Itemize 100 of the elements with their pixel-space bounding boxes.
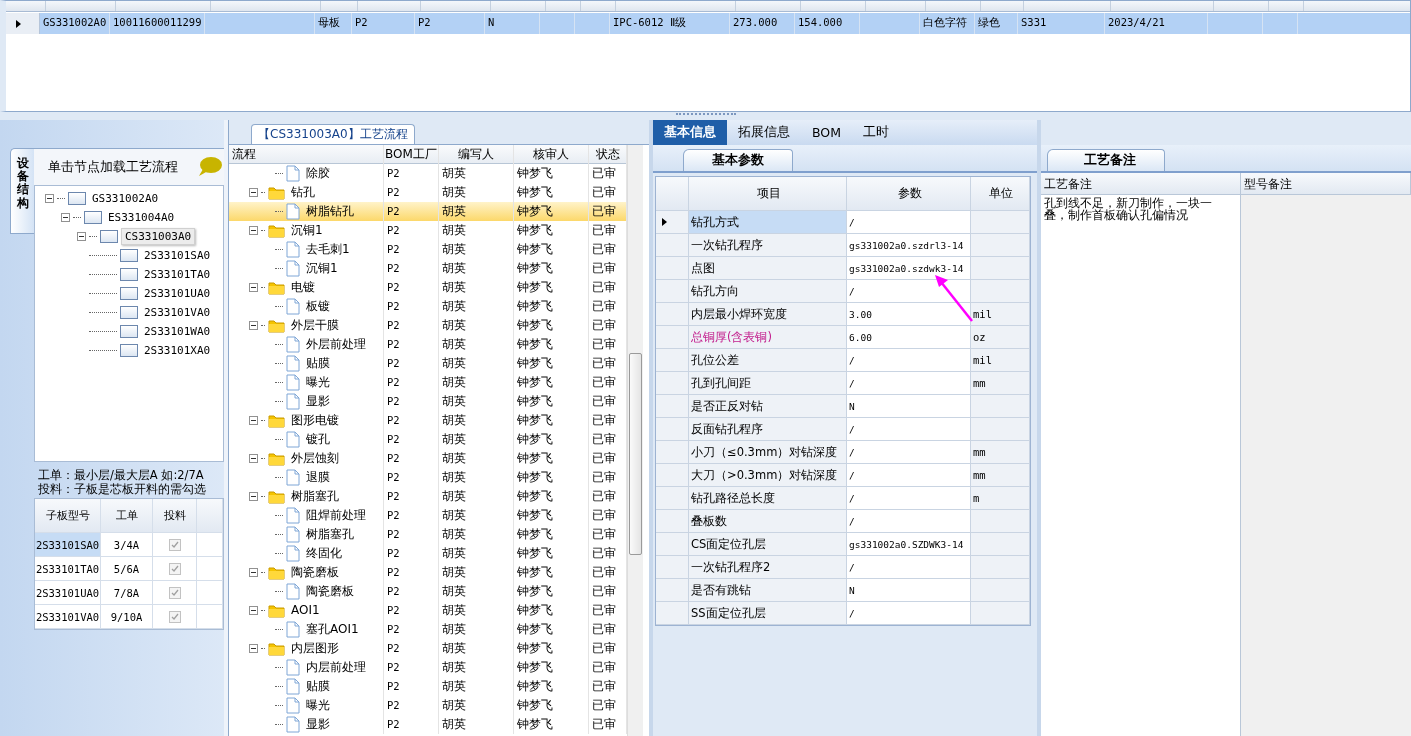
process-name: 树脂塞孔 xyxy=(290,488,339,505)
expander-icon[interactable] xyxy=(249,568,258,577)
process-row[interactable]: 退膜 P2 胡英 钟梦飞 已审 xyxy=(229,468,627,487)
table-cell[interactable]: / xyxy=(847,510,971,532)
tab[interactable]: 工时 xyxy=(852,120,900,145)
process-row[interactable]: 阻焊前处理 P2 胡英 钟梦飞 已审 xyxy=(229,506,627,525)
process-row[interactable]: 沉铜1 P2 胡英 钟梦飞 已审 xyxy=(229,259,627,278)
table-cell: 大刀（>0.3mm）对钻深度 xyxy=(689,464,847,486)
process-row[interactable]: 曝光 P2 胡英 钟梦飞 已审 xyxy=(229,696,627,715)
table-cell: 273.000 xyxy=(733,16,778,28)
expander-icon[interactable] xyxy=(249,188,258,197)
expander-icon[interactable] xyxy=(249,321,258,330)
table-cell[interactable]: / xyxy=(847,464,971,486)
process-row[interactable]: 板镀 P2 胡英 钟梦飞 已审 xyxy=(229,297,627,316)
table-cell[interactable]: / xyxy=(847,602,971,624)
process-row[interactable]: 树脂塞孔 P2 胡英 钟梦飞 已审 xyxy=(229,487,627,506)
table-cell[interactable]: / xyxy=(847,441,971,463)
expander-icon[interactable] xyxy=(249,226,258,235)
table-cell[interactable]: gs331002a0.SZDWK3-14 xyxy=(847,533,971,555)
table-cell[interactable]: / xyxy=(847,556,971,578)
vertical-tab[interactable]: 设备结构 xyxy=(10,148,34,234)
table-cell[interactable]: / xyxy=(847,349,971,371)
tree-item[interactable]: 2S33101UA0 xyxy=(141,286,214,301)
tree-item[interactable]: CS331003A0 xyxy=(121,228,196,245)
checkbox[interactable] xyxy=(168,610,181,623)
process-row[interactable]: 电镀 P2 胡英 钟梦飞 已审 xyxy=(229,278,627,297)
expander-icon[interactable] xyxy=(249,492,258,501)
process-row[interactable]: 内层前处理 P2 胡英 钟梦飞 已审 xyxy=(229,658,627,677)
process-row[interactable]: 塞孔AOI1 P2 胡英 钟梦飞 已审 xyxy=(229,620,627,639)
process-row[interactable]: 镀孔 P2 胡英 钟梦飞 已审 xyxy=(229,430,627,449)
checkbox[interactable] xyxy=(168,562,181,575)
process-row[interactable]: 去毛刺1 P2 胡英 钟梦飞 已审 xyxy=(229,240,627,259)
process-row[interactable]: 陶瓷磨板 P2 胡英 钟梦飞 已审 xyxy=(229,582,627,601)
expander-icon[interactable] xyxy=(77,232,86,241)
table-cell[interactable]: N xyxy=(847,579,971,601)
table-cell[interactable]: / xyxy=(847,418,971,440)
table-cell[interactable]: gs331002a0.szdwk3-14 xyxy=(847,257,971,279)
expander-icon[interactable] xyxy=(249,454,258,463)
process-row[interactable]: 外层干膜 P2 胡英 钟梦飞 已审 xyxy=(229,316,627,335)
process-row[interactable]: 图形电镀 P2 胡英 钟梦飞 已审 xyxy=(229,411,627,430)
process-row[interactable]: 树脂塞孔 P2 胡英 钟梦飞 已审 xyxy=(229,525,627,544)
row-header[interactable] xyxy=(656,211,689,233)
table-cell[interactable]: 2S33101SA0 xyxy=(35,533,101,556)
table-cell: 胡英 xyxy=(439,506,514,525)
table-cell: 已审 xyxy=(589,202,627,221)
tree-item[interactable]: ES331004A0 xyxy=(105,210,178,225)
tree-item[interactable]: 2S33101XA0 xyxy=(141,343,214,358)
process-row[interactable]: 树脂钻孔 P2 胡英 钟梦飞 已审 xyxy=(229,202,627,221)
table-row[interactable]: GS331002A0 10011600011299 母板 P2 P2 N IPC-6012 Ⅱ级 273.000 154.000 白色字符 绿色 S331 2023/4/21 xyxy=(6,13,1410,34)
table-cell[interactable]: 2S33101VA0 xyxy=(35,605,101,628)
table-cell: 胡英 xyxy=(439,677,514,696)
table-cell[interactable]: / xyxy=(847,372,971,394)
process-row[interactable]: 贴膜 P2 胡英 钟梦飞 已审 xyxy=(229,354,627,373)
table-cell[interactable]: N xyxy=(847,395,971,417)
document-icon xyxy=(286,697,300,714)
process-row[interactable]: 外层前处理 P2 胡英 钟梦飞 已审 xyxy=(229,335,627,354)
expander-icon[interactable] xyxy=(249,416,258,425)
process-row[interactable]: 曝光 P2 胡英 钟梦飞 已审 xyxy=(229,373,627,392)
tree-item[interactable]: 2S33101VA0 xyxy=(141,305,214,320)
process-row[interactable]: AOI1 P2 胡英 钟梦飞 已审 xyxy=(229,601,627,620)
tree-item[interactable]: 2S33101WA0 xyxy=(141,324,214,339)
process-row[interactable]: 贴膜 P2 胡英 钟梦飞 已审 xyxy=(229,677,627,696)
process-row[interactable]: 除胶 P2 胡英 钟梦飞 已审 xyxy=(229,164,627,183)
table-cell: 是否正反对钻 xyxy=(689,395,847,417)
table-cell[interactable]: 6.00 xyxy=(847,326,971,348)
tree-item[interactable]: GS331002A0 xyxy=(89,191,162,206)
checkbox[interactable] xyxy=(168,586,181,599)
table-cell: 钟梦飞 xyxy=(514,601,589,620)
table-cell: 胡英 xyxy=(439,430,514,449)
table-cell[interactable]: 3.00 xyxy=(847,303,971,325)
tree-item[interactable]: 2S33101SA0 xyxy=(141,248,214,263)
expander-icon[interactable] xyxy=(249,283,258,292)
table-cell[interactable]: 2S33101TA0 xyxy=(35,557,101,580)
expander-icon[interactable] xyxy=(61,213,70,222)
table-cell[interactable]: / xyxy=(847,211,971,233)
process-row[interactable]: 显影 P2 胡英 钟梦飞 已审 xyxy=(229,715,627,734)
table-cell[interactable]: 2S33101UA0 xyxy=(35,581,101,604)
expander-icon[interactable] xyxy=(45,194,54,203)
process-row[interactable]: 外层蚀刻 P2 胡英 钟梦飞 已审 xyxy=(229,449,627,468)
tree-item[interactable]: 2S33101TA0 xyxy=(141,267,214,282)
process-row[interactable]: 显影 P2 胡英 钟梦飞 已审 xyxy=(229,392,627,411)
tab[interactable]: BOM xyxy=(801,120,852,145)
process-row[interactable]: 沉铜1 P2 胡英 钟梦飞 已审 xyxy=(229,221,627,240)
process-row[interactable]: 陶瓷磨板 P2 胡英 钟梦飞 已审 xyxy=(229,563,627,582)
tab[interactable]: 工艺备注 xyxy=(1047,149,1165,171)
expander-icon[interactable] xyxy=(249,606,258,615)
process-name: 镀孔 xyxy=(305,431,330,448)
subtab[interactable]: 基本参数 xyxy=(683,149,793,171)
table-cell[interactable]: / xyxy=(847,487,971,509)
checkbox[interactable] xyxy=(168,538,181,551)
table-cell[interactable]: gs331002a0.szdrl3-14 xyxy=(847,234,971,256)
table-cell[interactable]: / xyxy=(847,280,971,302)
note-text: 工单：最小层/最大层A 如:2/7A xyxy=(38,468,205,482)
tab[interactable]: 基本信息 xyxy=(653,120,727,145)
table-cell: P2 xyxy=(384,582,439,601)
process-row[interactable]: 内层图形 P2 胡英 钟梦飞 已审 xyxy=(229,639,627,658)
expander-icon[interactable] xyxy=(249,644,258,653)
table-cell: 胡英 xyxy=(439,335,514,354)
process-row[interactable]: 终固化 P2 胡英 钟梦飞 已审 xyxy=(229,544,627,563)
tab[interactable]: 拓展信息 xyxy=(727,120,801,145)
